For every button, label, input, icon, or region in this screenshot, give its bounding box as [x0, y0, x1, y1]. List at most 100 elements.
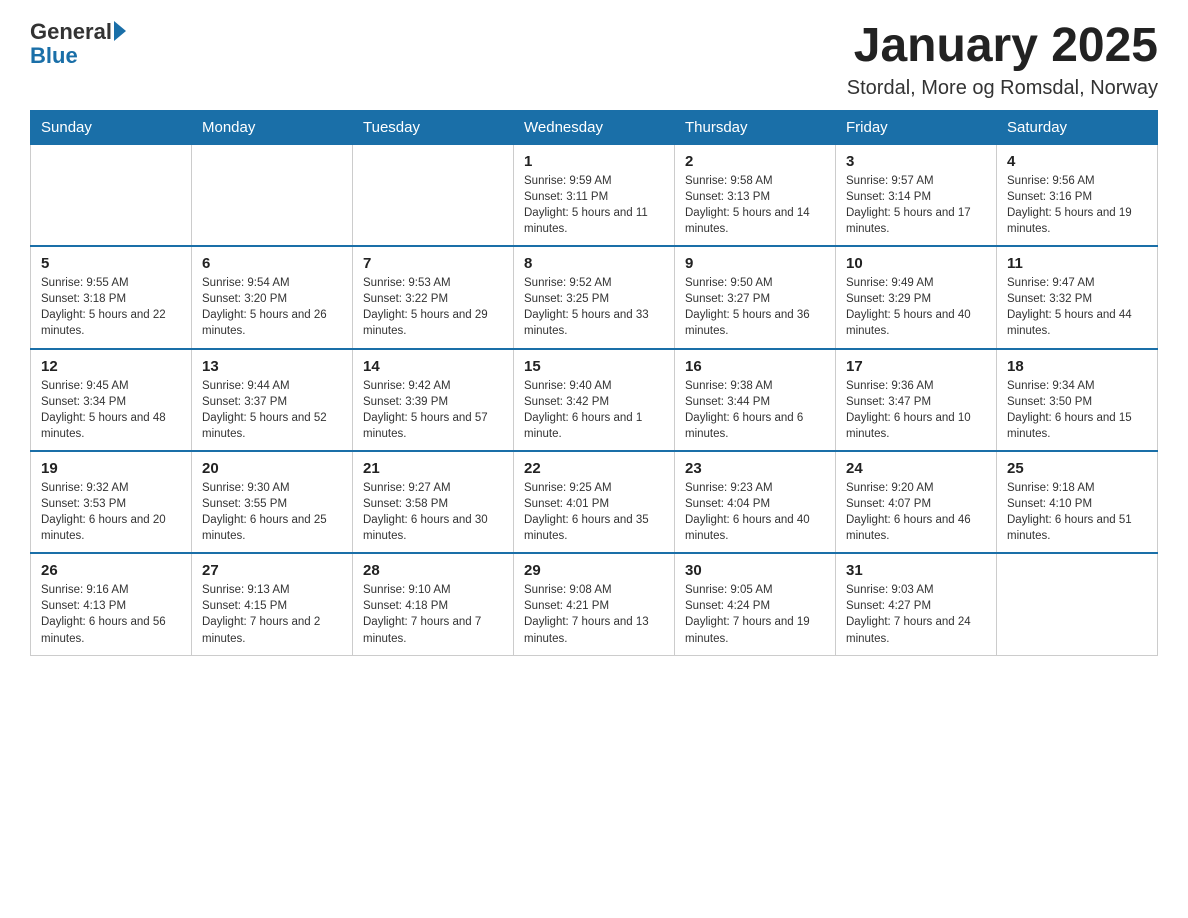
day-header-tuesday: Tuesday: [353, 110, 514, 144]
calendar-cell: 20 Sunrise: 9:30 AMSunset: 3:55 PMDayligh…: [192, 451, 353, 553]
calendar-cell: 5Sunrise: 9:55 AMSunset: 3:18 PMDaylight…: [31, 246, 192, 348]
calendar-cell: 11Sunrise: 9:47 AMSunset: 3:32 PMDayligh…: [997, 246, 1158, 348]
day-info: Sunrise: 9:18 AMSunset: 4:10 PMDaylight:…: [1007, 480, 1147, 544]
calendar-cell: 30 Sunrise: 9:05 AMSunset: 4:24 PMDayligh…: [675, 553, 836, 655]
calendar-cell: 14 Sunrise: 9:42 AMSunset: 3:39 PMDayligh…: [353, 349, 514, 451]
calendar-cell: 25 Sunrise: 9:18 AMSunset: 4:10 PMDayligh…: [997, 451, 1158, 553]
day-number: 23: [685, 460, 825, 477]
calendar-cell: [353, 144, 514, 246]
day-number: 15: [524, 358, 664, 375]
calendar-cell: 8 Sunrise: 9:52 AMSunset: 3:25 PMDaylight…: [514, 246, 675, 348]
day-number: 29: [524, 562, 664, 579]
day-info: Sunrise: 9:42 AMSunset: 3:39 PMDaylight:…: [363, 378, 503, 442]
day-number: 25: [1007, 460, 1147, 477]
day-info: Sunrise: 9:16 AMSunset: 4:13 PMDaylight:…: [41, 582, 181, 646]
day-number: 2: [685, 153, 825, 170]
day-info: Sunrise: 9:52 AMSunset: 3:25 PMDaylight:…: [524, 275, 664, 339]
calendar-cell: 7Sunrise: 9:53 AMSunset: 3:22 PMDaylight…: [353, 246, 514, 348]
day-info: Sunrise: 9:50 AMSunset: 3:27 PMDaylight:…: [685, 275, 825, 339]
calendar-cell: 19Sunrise: 9:32 AMSunset: 3:53 PMDayligh…: [31, 451, 192, 553]
calendar-cell: 6 Sunrise: 9:54 AMSunset: 3:20 PMDaylight…: [192, 246, 353, 348]
day-number: 18: [1007, 358, 1147, 375]
day-info: Sunrise: 9:23 AMSunset: 4:04 PMDaylight:…: [685, 480, 825, 544]
day-info: Sunrise: 9:25 AMSunset: 4:01 PMDaylight:…: [524, 480, 664, 544]
day-number: 27: [202, 562, 342, 579]
day-info: Sunrise: 9:54 AMSunset: 3:20 PMDaylight:…: [202, 275, 342, 339]
day-info: Sunrise: 9:44 AMSunset: 3:37 PMDaylight:…: [202, 378, 342, 442]
calendar-cell: [31, 144, 192, 246]
calendar-cell: 23 Sunrise: 9:23 AMSunset: 4:04 PMDayligh…: [675, 451, 836, 553]
day-info: Sunrise: 9:40 AMSunset: 3:42 PMDaylight:…: [524, 378, 664, 442]
title-block: January 2025 Stordal, More og Romsdal, N…: [847, 20, 1158, 100]
day-number: 30: [685, 562, 825, 579]
page-header: General Blue January 2025 Stordal, More …: [30, 20, 1158, 100]
day-number: 24: [846, 460, 986, 477]
calendar-cell: 21Sunrise: 9:27 AMSunset: 3:58 PMDayligh…: [353, 451, 514, 553]
week-row-2: 5Sunrise: 9:55 AMSunset: 3:18 PMDaylight…: [31, 246, 1158, 348]
day-number: 26: [41, 562, 181, 579]
calendar-cell: 2 Sunrise: 9:58 AMSunset: 3:13 PMDaylight…: [675, 144, 836, 246]
calendar-cell: 15 Sunrise: 9:40 AMSunset: 3:42 PMDayligh…: [514, 349, 675, 451]
calendar-cell: 1 Sunrise: 9:59 AMSunset: 3:11 PMDaylight…: [514, 144, 675, 246]
logo-arrow-icon: [114, 21, 126, 41]
calendar-cell: 16Sunrise: 9:38 AMSunset: 3:44 PMDayligh…: [675, 349, 836, 451]
day-number: 6: [202, 255, 342, 272]
day-info: Sunrise: 9:08 AMSunset: 4:21 PMDaylight:…: [524, 582, 664, 646]
day-info: Sunrise: 9:53 AMSunset: 3:22 PMDaylight:…: [363, 275, 503, 339]
calendar-cell: 12 Sunrise: 9:45 AMSunset: 3:34 PMDayligh…: [31, 349, 192, 451]
week-row-5: 26 Sunrise: 9:16 AMSunset: 4:13 PMDayligh…: [31, 553, 1158, 655]
day-info: Sunrise: 9:56 AMSunset: 3:16 PMDaylight:…: [1007, 173, 1147, 237]
day-number: 8: [524, 255, 664, 272]
day-info: Sunrise: 9:57 AMSunset: 3:14 PMDaylight:…: [846, 173, 986, 237]
day-number: 31: [846, 562, 986, 579]
day-info: Sunrise: 9:58 AMSunset: 3:13 PMDaylight:…: [685, 173, 825, 237]
logo-general: General: [30, 20, 112, 44]
calendar-cell: 29 Sunrise: 9:08 AMSunset: 4:21 PMDayligh…: [514, 553, 675, 655]
calendar-table: SundayMondayTuesdayWednesdayThursdayFrid…: [30, 110, 1158, 656]
day-header-wednesday: Wednesday: [514, 110, 675, 144]
week-row-1: 1 Sunrise: 9:59 AMSunset: 3:11 PMDaylight…: [31, 144, 1158, 246]
day-number: 1: [524, 153, 664, 170]
day-number: 14: [363, 358, 503, 375]
day-number: 13: [202, 358, 342, 375]
day-info: Sunrise: 9:59 AMSunset: 3:11 PMDaylight:…: [524, 173, 664, 237]
logo-blue: Blue: [30, 44, 126, 68]
calendar-subtitle: Stordal, More og Romsdal, Norway: [847, 77, 1158, 100]
day-number: 12: [41, 358, 181, 375]
calendar-cell: 18Sunrise: 9:34 AMSunset: 3:50 PMDayligh…: [997, 349, 1158, 451]
day-info: Sunrise: 9:49 AMSunset: 3:29 PMDaylight:…: [846, 275, 986, 339]
calendar-cell: [997, 553, 1158, 655]
day-info: Sunrise: 9:30 AMSunset: 3:55 PMDaylight:…: [202, 480, 342, 544]
day-number: 17: [846, 358, 986, 375]
calendar-cell: 26 Sunrise: 9:16 AMSunset: 4:13 PMDayligh…: [31, 553, 192, 655]
day-number: 10: [846, 255, 986, 272]
day-header-saturday: Saturday: [997, 110, 1158, 144]
week-row-4: 19Sunrise: 9:32 AMSunset: 3:53 PMDayligh…: [31, 451, 1158, 553]
calendar-cell: 17Sunrise: 9:36 AMSunset: 3:47 PMDayligh…: [836, 349, 997, 451]
calendar-cell: 27Sunrise: 9:13 AMSunset: 4:15 PMDayligh…: [192, 553, 353, 655]
day-info: Sunrise: 9:55 AMSunset: 3:18 PMDaylight:…: [41, 275, 181, 339]
day-number: 9: [685, 255, 825, 272]
day-number: 21: [363, 460, 503, 477]
calendar-cell: 3 Sunrise: 9:57 AMSunset: 3:14 PMDaylight…: [836, 144, 997, 246]
calendar-cell: 10 Sunrise: 9:49 AMSunset: 3:29 PMDayligh…: [836, 246, 997, 348]
day-info: Sunrise: 9:03 AMSunset: 4:27 PMDaylight:…: [846, 582, 986, 646]
calendar-cell: 13 Sunrise: 9:44 AMSunset: 3:37 PMDayligh…: [192, 349, 353, 451]
day-number: 28: [363, 562, 503, 579]
day-info: Sunrise: 9:45 AMSunset: 3:34 PMDaylight:…: [41, 378, 181, 442]
day-number: 3: [846, 153, 986, 170]
day-info: Sunrise: 9:05 AMSunset: 4:24 PMDaylight:…: [685, 582, 825, 646]
calendar-header-row: SundayMondayTuesdayWednesdayThursdayFrid…: [31, 110, 1158, 144]
day-info: Sunrise: 9:10 AMSunset: 4:18 PMDaylight:…: [363, 582, 503, 646]
week-row-3: 12 Sunrise: 9:45 AMSunset: 3:34 PMDayligh…: [31, 349, 1158, 451]
calendar-cell: 9 Sunrise: 9:50 AMSunset: 3:27 PMDaylight…: [675, 246, 836, 348]
day-info: Sunrise: 9:32 AMSunset: 3:53 PMDaylight:…: [41, 480, 181, 544]
calendar-cell: 22Sunrise: 9:25 AMSunset: 4:01 PMDayligh…: [514, 451, 675, 553]
day-header-thursday: Thursday: [675, 110, 836, 144]
day-header-friday: Friday: [836, 110, 997, 144]
day-number: 20: [202, 460, 342, 477]
calendar-cell: [192, 144, 353, 246]
logo: General Blue: [30, 20, 126, 68]
day-info: Sunrise: 9:38 AMSunset: 3:44 PMDaylight:…: [685, 378, 825, 442]
calendar-cell: 28 Sunrise: 9:10 AMSunset: 4:18 PMDayligh…: [353, 553, 514, 655]
